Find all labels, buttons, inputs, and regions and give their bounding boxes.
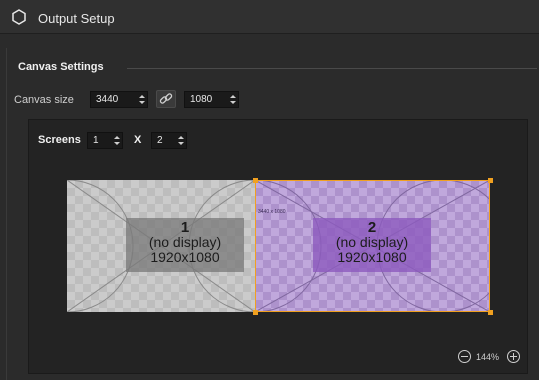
- canvas-height-value: 1080: [190, 94, 213, 105]
- screen-info-2: 2 (no display) 1920x1080: [313, 218, 431, 272]
- screen-resolution: 1920x1080: [150, 249, 220, 265]
- resize-handle-top-left[interactable]: [253, 178, 258, 183]
- screen-status: (no display): [335, 234, 409, 250]
- screens-label: Screens: [38, 134, 81, 146]
- canvas-settings-heading: Canvas Settings: [18, 61, 104, 73]
- resize-handle-top-right[interactable]: [488, 178, 493, 183]
- window-title: Output Setup: [38, 11, 115, 26]
- spin-arrows-icon[interactable]: [176, 133, 186, 148]
- screen-resolution: 1920x1080: [337, 249, 407, 265]
- screens-rows-spinbox[interactable]: 2: [151, 132, 187, 149]
- screen-number: 1: [180, 219, 190, 236]
- zoom-out-icon[interactable]: [458, 350, 471, 363]
- section-divider: [127, 68, 537, 69]
- screen-number: 2: [367, 219, 377, 236]
- hexagon-icon: [12, 9, 26, 28]
- link-icon: [159, 93, 173, 104]
- canvas-height-spinbox[interactable]: 1080: [184, 91, 239, 108]
- title-bar: Output Setup: [0, 0, 539, 34]
- screen-tile-2[interactable]: 3440 x 1080 2 (no display) 1920x1080: [255, 180, 490, 312]
- screens-separator: X: [134, 134, 142, 146]
- spin-arrows-icon[interactable]: [228, 92, 238, 107]
- canvas-width-value: 3440: [96, 94, 119, 105]
- screen-info-1: 1 (no display) 1920x1080: [126, 218, 244, 272]
- canvas-size-overlay: 3440 x 1080: [258, 209, 286, 215]
- screen-tile-1[interactable]: 1 (no display) 1920x1080: [67, 180, 255, 312]
- zoom-level: 144%: [476, 352, 500, 362]
- resize-handle-bottom-left[interactable]: [253, 310, 258, 315]
- screens-columns-value: 1: [93, 135, 99, 146]
- resize-handle-bottom-right[interactable]: [488, 310, 493, 315]
- screens-columns-spinbox[interactable]: 1: [87, 132, 123, 149]
- zoom-in-icon[interactable]: [507, 350, 520, 363]
- spin-arrows-icon[interactable]: [112, 133, 122, 148]
- canvas-width-spinbox[interactable]: 3440: [90, 91, 148, 108]
- screens-rows-value: 2: [157, 135, 163, 146]
- screen-status: (no display): [148, 234, 222, 250]
- link-aspect-button[interactable]: [156, 90, 176, 108]
- canvas-size-label: Canvas size: [14, 94, 74, 106]
- spin-arrows-icon[interactable]: [137, 92, 147, 107]
